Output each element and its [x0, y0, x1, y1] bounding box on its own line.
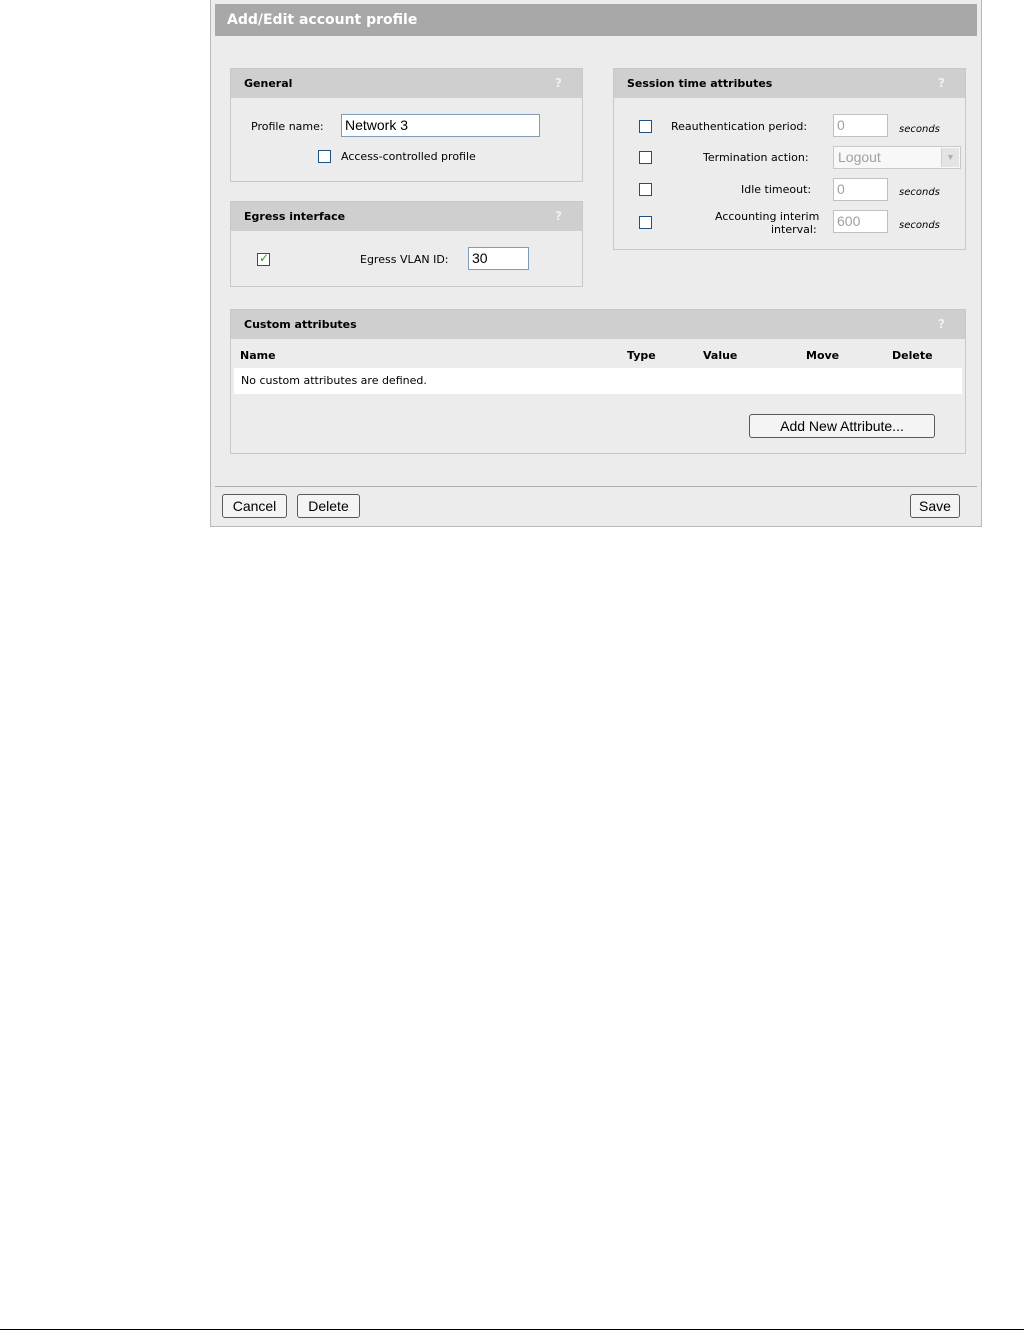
- termination-label: Termination action:: [703, 151, 809, 164]
- custom-attributes-panel: Custom attributes ? Name Type Value Move…: [230, 309, 966, 454]
- termination-checkbox[interactable]: [639, 151, 652, 164]
- reauth-label: Reauthentication period:: [671, 120, 808, 133]
- chevron-down-icon: ▼: [941, 148, 959, 167]
- custom-attributes-title: Custom attributes: [231, 310, 965, 339]
- cancel-button[interactable]: Cancel: [222, 494, 287, 518]
- column-delete: Delete: [892, 349, 933, 362]
- egress-vlan-checkbox[interactable]: ✓: [257, 251, 270, 266]
- help-icon[interactable]: ?: [938, 310, 945, 339]
- general-panel: General ? Profile name: Network 3 Access…: [230, 68, 583, 182]
- idle-timeout-input[interactable]: 0: [833, 178, 888, 201]
- idle-timeout-label: Idle timeout:: [741, 183, 812, 196]
- accounting-interval-checkbox[interactable]: [639, 216, 652, 229]
- dialog-title: Add/Edit account profile: [215, 4, 977, 36]
- accounting-interval-label-line1: Accounting interim: [715, 210, 820, 223]
- accounting-interval-input[interactable]: 600: [833, 210, 888, 233]
- footer-divider: [215, 486, 977, 487]
- help-icon[interactable]: ?: [938, 69, 945, 98]
- reauth-checkbox[interactable]: [639, 120, 652, 133]
- column-value: Value: [703, 349, 738, 362]
- termination-select[interactable]: Logout ▼: [833, 146, 961, 169]
- reauth-input[interactable]: 0: [833, 114, 888, 137]
- profile-name-label: Profile name:: [251, 120, 324, 133]
- profile-name-input[interactable]: Network 3: [341, 114, 540, 137]
- column-name: Name: [240, 349, 276, 362]
- general-panel-title: General: [231, 69, 582, 98]
- egress-vlan-input[interactable]: 30: [468, 247, 529, 270]
- idle-timeout-checkbox[interactable]: [639, 183, 652, 196]
- termination-select-value: Logout: [838, 149, 881, 165]
- save-button[interactable]: Save: [910, 494, 960, 518]
- access-controlled-checkbox[interactable]: [318, 150, 331, 163]
- page-bottom-rule: [0, 1329, 1024, 1330]
- column-type: Type: [627, 349, 656, 362]
- session-panel-title: Session time attributes: [614, 69, 965, 98]
- help-icon[interactable]: ?: [555, 202, 562, 231]
- accounting-interval-label-line2: interval:: [771, 223, 817, 236]
- account-profile-dialog: Add/Edit account profile General ? Profi…: [210, 0, 982, 527]
- egress-vlan-label: Egress VLAN ID:: [360, 253, 449, 266]
- column-move: Move: [806, 349, 840, 362]
- reauth-unit: seconds: [899, 124, 940, 135]
- session-panel: Session time attributes ? Reauthenticati…: [613, 68, 966, 250]
- accounting-interval-unit: seconds: [899, 220, 940, 231]
- egress-panel-title: Egress interface: [231, 202, 582, 231]
- access-controlled-label: Access-controlled profile: [341, 150, 476, 163]
- egress-panel: Egress interface ? ✓ Egress VLAN ID: 30: [230, 201, 583, 287]
- delete-button[interactable]: Delete: [297, 494, 360, 518]
- idle-timeout-unit: seconds: [899, 187, 940, 198]
- help-icon[interactable]: ?: [555, 69, 562, 98]
- empty-row: No custom attributes are defined.: [234, 368, 962, 394]
- add-new-attribute-button[interactable]: Add New Attribute...: [749, 414, 935, 438]
- checkmark-icon: ✓: [259, 251, 270, 265]
